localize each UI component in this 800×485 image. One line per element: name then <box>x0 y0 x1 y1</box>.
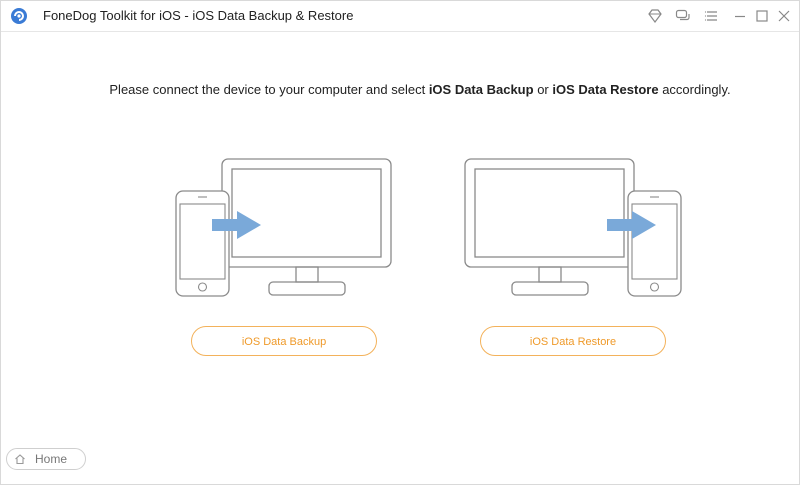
instruction-restore-option: iOS Data Restore <box>552 82 659 97</box>
app-window: FoneDog Toolkit for iOS - iOS Data Backu… <box>0 0 800 485</box>
feedback-icon[interactable] <box>674 7 692 25</box>
ios-data-restore-button[interactable]: iOS Data Restore <box>480 326 666 356</box>
home-label: Home <box>35 452 68 466</box>
phone-icon <box>627 190 682 297</box>
restore-illustration <box>464 158 682 297</box>
home-icon <box>15 454 25 465</box>
menu-icon[interactable] <box>703 7 721 25</box>
fonedog-logo-icon <box>11 8 27 24</box>
close-icon[interactable] <box>775 7 793 25</box>
window-title: FoneDog Toolkit for iOS - iOS Data Backu… <box>43 8 354 23</box>
home-button[interactable]: Home <box>6 448 86 470</box>
minimize-icon[interactable] <box>731 7 749 25</box>
instruction-backup-option: iOS Data Backup <box>428 82 534 97</box>
instruction-text: Please connect the device to your comput… <box>109 82 731 97</box>
phone-icon <box>175 190 230 297</box>
ios-data-backup-button[interactable]: iOS Data Backup <box>191 326 377 356</box>
diamond-icon[interactable] <box>646 7 664 25</box>
title-bar: FoneDog Toolkit for iOS - iOS Data Backu… <box>1 1 799 32</box>
maximize-icon[interactable] <box>753 7 771 25</box>
backup-illustration <box>175 158 392 297</box>
